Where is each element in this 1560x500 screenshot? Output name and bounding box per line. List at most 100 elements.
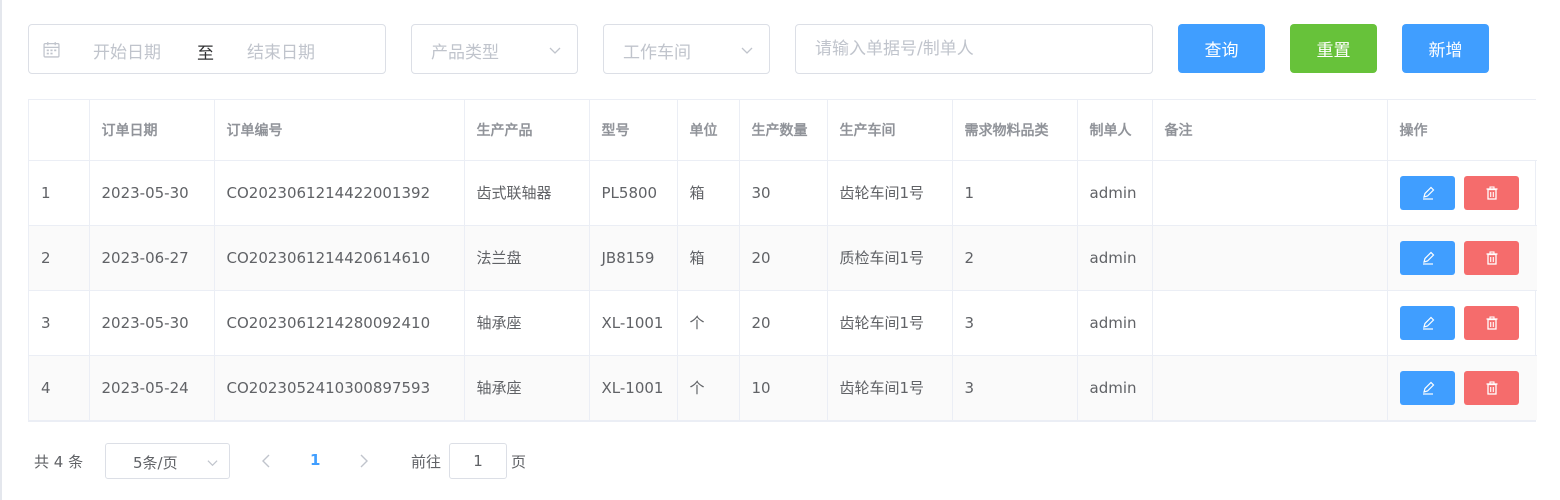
cell-product: 法兰盘 bbox=[464, 225, 590, 291]
delete-button[interactable] bbox=[1463, 240, 1519, 275]
edit-icon bbox=[1422, 381, 1434, 395]
pagination-total: 共 4 条 bbox=[34, 453, 84, 471]
cell-order-number: CO2023061214422001392 bbox=[214, 160, 465, 226]
cell-material-category: 2 bbox=[952, 225, 1078, 291]
product-type-select[interactable]: 产品类型 bbox=[411, 24, 578, 74]
edit-icon bbox=[1422, 251, 1434, 265]
prev-page-icon[interactable] bbox=[260, 454, 272, 468]
trash-icon bbox=[1486, 381, 1497, 395]
end-date-input[interactable]: 结束日期 bbox=[247, 38, 315, 63]
goto-label: 前往 bbox=[411, 453, 442, 471]
cell-order-date: 2023-05-30 bbox=[89, 290, 215, 356]
cell-order-number: CO2023052410300897593 bbox=[214, 355, 465, 420]
start-date-input[interactable]: 开始日期 bbox=[93, 38, 161, 63]
trash-icon bbox=[1486, 250, 1497, 265]
cell-remark bbox=[1152, 290, 1388, 356]
cell-quantity: 20 bbox=[739, 290, 828, 356]
trash-icon bbox=[1486, 315, 1497, 330]
cell-order-number: CO2023061214280092410 bbox=[214, 290, 465, 356]
cell-model: XL-1001 bbox=[589, 355, 678, 420]
table-row: 2 2023-06-27 CO2023061214420614610 法兰盘 JB815… bbox=[29, 225, 1537, 291]
cell-model: PL5800 bbox=[589, 160, 678, 226]
chevron-down-icon bbox=[549, 47, 561, 54]
cell-workshop: 齿轮车间1号 bbox=[827, 355, 953, 420]
table-row: 3 2023-05-30 CO2023061214280092410 轴承座 XL-10… bbox=[29, 290, 1537, 356]
cell-creator: admin bbox=[1077, 160, 1153, 226]
cell-material-category: 1 bbox=[952, 160, 1078, 226]
query-button[interactable]: 查询 bbox=[1178, 24, 1265, 73]
chevron-down-icon bbox=[741, 47, 753, 54]
left-border bbox=[0, 0, 2, 500]
date-range-picker[interactable]: 开始日期 至 结束日期 bbox=[28, 24, 386, 74]
cell-creator: admin bbox=[1077, 225, 1153, 291]
table-body: 1 2023-05-30 CO2023061214422001392 齿式联轴器 PL5… bbox=[29, 160, 1537, 420]
cell-order-date: 2023-06-27 bbox=[89, 225, 215, 291]
cell-remark bbox=[1152, 160, 1388, 226]
add-button[interactable]: 新增 bbox=[1402, 24, 1489, 73]
cell-model: XL-1001 bbox=[589, 290, 678, 356]
column-header-remark: 备注 bbox=[1152, 100, 1388, 161]
delete-button[interactable] bbox=[1463, 175, 1519, 210]
cell-model: JB8159 bbox=[589, 225, 678, 291]
cell-remark bbox=[1152, 355, 1388, 420]
chevron-down-icon bbox=[207, 460, 218, 467]
edit-button[interactable] bbox=[1399, 305, 1455, 340]
column-header-material-category: 需求物料品类 bbox=[952, 100, 1078, 161]
date-separator: 至 bbox=[197, 44, 214, 64]
column-header-creator: 制单人 bbox=[1077, 100, 1153, 161]
delete-button[interactable] bbox=[1463, 305, 1519, 340]
cell-unit: 箱 bbox=[677, 225, 740, 291]
cell-actions bbox=[1387, 290, 1537, 356]
edit-button[interactable] bbox=[1399, 370, 1455, 405]
column-header-index bbox=[29, 100, 90, 161]
product-type-placeholder: 产品类型 bbox=[431, 43, 499, 63]
table-row: 1 2023-05-30 CO2023061214422001392 齿式联轴器 PL5… bbox=[29, 160, 1537, 226]
cell-workshop: 齿轮车间1号 bbox=[827, 160, 953, 226]
reset-button[interactable]: 重置 bbox=[1290, 24, 1377, 73]
cell-material-category: 3 bbox=[952, 290, 1078, 356]
cell-product: 齿式联轴器 bbox=[464, 160, 590, 226]
delete-button[interactable] bbox=[1463, 370, 1519, 405]
cell-order-number: CO2023061214420614610 bbox=[214, 225, 465, 291]
cell-unit: 个 bbox=[677, 355, 740, 420]
workshop-select[interactable]: 工作车间 bbox=[603, 24, 770, 74]
column-header-order-date: 订单日期 bbox=[89, 100, 215, 161]
workshop-placeholder: 工作车间 bbox=[623, 43, 691, 63]
pagination: 共 4 条 5条/页 1 前往 页 bbox=[28, 443, 628, 479]
column-header-workshop: 生产车间 bbox=[827, 100, 953, 161]
column-header-product: 生产产品 bbox=[464, 100, 590, 161]
goto-page-input[interactable] bbox=[449, 443, 507, 479]
cell-unit: 箱 bbox=[677, 160, 740, 226]
column-header-unit: 单位 bbox=[677, 100, 740, 161]
calendar-icon bbox=[43, 42, 60, 58]
column-header-quantity: 生产数量 bbox=[739, 100, 828, 161]
search-input[interactable] bbox=[795, 24, 1153, 74]
cell-unit: 个 bbox=[677, 290, 740, 356]
orders-table: 订单日期 订单编号 生产产品 型号 单位 生产数量 生产车间 需求物料品类 制单人 备注 操作 12… bbox=[28, 99, 1537, 422]
edit-button[interactable] bbox=[1399, 175, 1455, 210]
cell-product: 轴承座 bbox=[464, 290, 590, 356]
next-page-icon[interactable] bbox=[358, 454, 370, 468]
trash-icon bbox=[1486, 185, 1497, 200]
column-header-order-number: 订单编号 bbox=[214, 100, 465, 161]
cell-quantity: 20 bbox=[739, 225, 828, 291]
cell-product: 轴承座 bbox=[464, 355, 590, 420]
table-header-row: 订单日期 订单编号 生产产品 型号 单位 生产数量 生产车间 需求物料品类 制单人 备注 操作 bbox=[29, 100, 1537, 161]
cell-index: 3 bbox=[29, 290, 90, 356]
cell-workshop: 质检车间1号 bbox=[827, 225, 953, 291]
cell-index: 4 bbox=[29, 355, 90, 420]
cell-index: 1 bbox=[29, 160, 90, 226]
edit-button[interactable] bbox=[1399, 240, 1455, 275]
cell-workshop: 齿轮车间1号 bbox=[827, 290, 953, 356]
cell-material-category: 3 bbox=[952, 355, 1078, 420]
column-header-actions: 操作 bbox=[1387, 100, 1537, 161]
goto-suffix: 页 bbox=[511, 453, 527, 471]
cell-order-date: 2023-05-24 bbox=[89, 355, 215, 420]
cell-order-date: 2023-05-30 bbox=[89, 160, 215, 226]
filter-toolbar: 开始日期 至 结束日期 产品类型 工作车间 查询 重置 新增 bbox=[28, 24, 1548, 74]
page-number-current[interactable]: 1 bbox=[310, 451, 320, 469]
cell-remark bbox=[1152, 225, 1388, 291]
page-size-select[interactable]: 5条/页 bbox=[105, 443, 230, 479]
cell-creator: admin bbox=[1077, 290, 1153, 356]
cell-creator: admin bbox=[1077, 355, 1153, 420]
